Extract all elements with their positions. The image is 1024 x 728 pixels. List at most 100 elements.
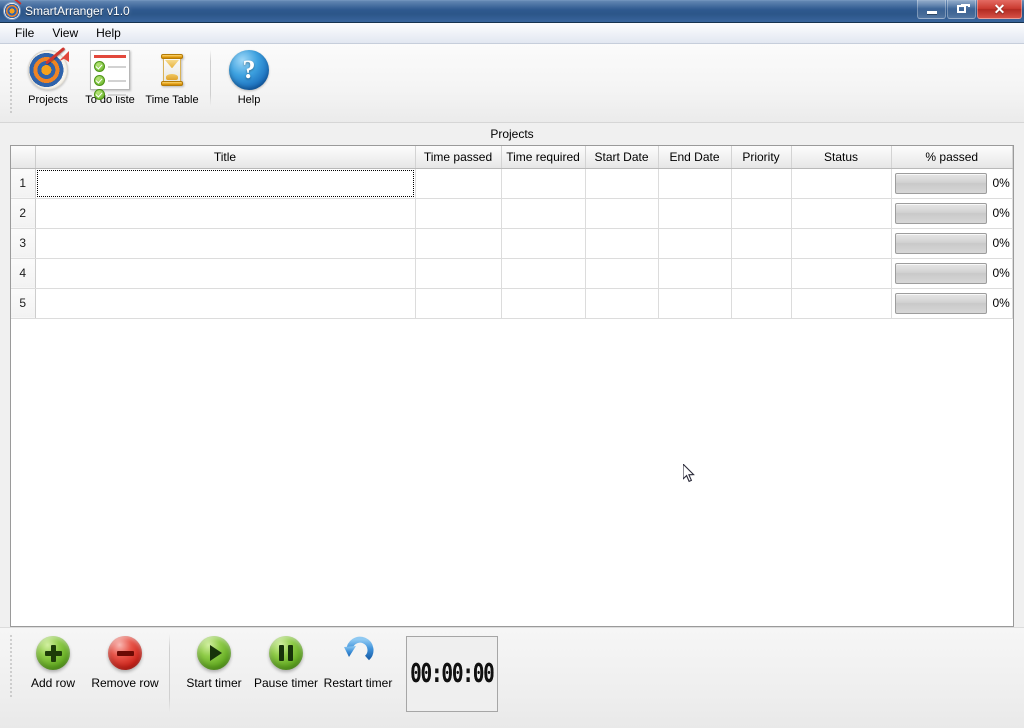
column-header-start-date[interactable]: Start Date [585,146,659,169]
toolbar-button-help-label: Help [237,94,261,106]
menu-item-help[interactable]: Help [87,24,130,42]
window-controls: ✕ [916,0,1022,21]
row-number[interactable]: 1 [11,168,36,199]
cell-start-date[interactable] [585,168,659,199]
toolbar-button-projects-label: Projects [28,94,68,106]
content-area: Projects Title Time passed Time required… [0,123,1024,627]
window-title: SmartArranger v1.0 [25,4,130,18]
cell-time-required[interactable] [501,258,586,289]
cell-priority[interactable] [731,258,792,289]
cell-priority[interactable] [731,168,792,199]
play-circle-icon [197,636,231,670]
bottom-toolbar-drag-handle[interactable] [9,634,13,698]
cell-title[interactable] [35,288,416,319]
toolbar-drag-handle[interactable] [9,50,13,114]
main-toolbar: Projects To do liste Time Table ? Help [0,44,1024,123]
bottom-toolbar-separator [169,634,170,712]
row-number[interactable]: 4 [11,258,36,289]
column-header-priority[interactable]: Priority [731,146,792,169]
pause-timer-label: Pause timer [253,676,319,690]
row-number[interactable]: 2 [11,198,36,229]
start-timer-label: Start timer [186,676,242,690]
cell-priority[interactable] [731,288,792,319]
toolbar-button-help[interactable]: ? Help [218,44,280,106]
cell-time-passed[interactable] [415,228,502,259]
cell-end-date[interactable] [658,168,732,199]
table-row[interactable]: 2 0% [11,198,1013,229]
cell-time-passed[interactable] [415,258,502,289]
row-number[interactable]: 3 [11,228,36,259]
cell-status[interactable] [791,258,892,289]
cell-priority[interactable] [731,198,792,229]
cell-time-required[interactable] [501,288,586,319]
cell-title[interactable] [35,198,416,229]
column-header-title[interactable]: Title [35,146,416,169]
cell-title[interactable] [35,228,416,259]
cell-priority[interactable] [731,228,792,259]
toolbar-button-todo-liste[interactable]: To do liste [79,44,141,106]
cell-status[interactable] [791,168,892,199]
add-row-button[interactable]: Add row [17,628,89,690]
toolbar-separator [210,50,211,106]
menu-bar: File View Help [0,23,1024,44]
cell-status[interactable] [791,198,892,229]
cell-end-date[interactable] [658,228,732,259]
toolbar-button-projects[interactable]: Projects [17,44,79,106]
row-number[interactable]: 5 [11,288,36,319]
cell-pct-passed: 0% [891,198,1013,229]
cell-start-date[interactable] [585,288,659,319]
pause-timer-button[interactable]: Pause timer [250,628,322,690]
menu-item-view[interactable]: View [43,24,87,42]
progress-bar [894,292,987,314]
toolbar-button-time-table[interactable]: Time Table [141,44,203,106]
cell-title[interactable] [35,258,416,289]
restart-timer-button[interactable]: Restart timer [322,628,394,690]
application-window: SmartArranger v1.0 ✕ File View Help Proj… [0,0,1024,728]
cell-pct-passed: 0% [891,258,1013,289]
table-row[interactable]: 4 0% [11,258,1013,289]
cell-end-date[interactable] [658,258,732,289]
section-title: Projects [490,127,534,141]
table-row[interactable]: 5 0% [11,288,1013,319]
column-header-time-required[interactable]: Time required [501,146,586,169]
column-header-pct-passed[interactable]: % passed [891,146,1013,169]
menu-item-file[interactable]: File [6,24,43,42]
cell-status[interactable] [791,288,892,319]
cell-time-required[interactable] [501,198,586,229]
cell-time-required[interactable] [501,168,586,199]
cell-end-date[interactable] [658,198,732,229]
progress-percent-label: 0% [992,236,1010,250]
column-header-time-passed[interactable]: Time passed [415,146,502,169]
cell-time-passed[interactable] [415,168,502,199]
plus-circle-icon [36,636,70,670]
column-header-end-date[interactable]: End Date [658,146,732,169]
minimize-button[interactable] [917,0,946,19]
table-row[interactable]: 3 0% [11,228,1013,259]
cell-start-date[interactable] [585,228,659,259]
cell-pct-passed: 0% [891,288,1013,319]
restore-button[interactable] [947,0,976,19]
restore-icon [957,4,970,13]
cell-time-passed[interactable] [415,288,502,319]
cell-title[interactable] [35,168,416,199]
toolbar-button-time-table-label: Time Table [145,94,199,106]
cell-end-date[interactable] [658,288,732,319]
column-header-status[interactable]: Status [791,146,892,169]
cell-start-date[interactable] [585,258,659,289]
cell-status[interactable] [791,228,892,259]
minimize-icon [926,10,937,14]
remove-row-button[interactable]: Remove row [89,628,161,690]
cell-time-passed[interactable] [415,198,502,229]
progress-bar [894,232,987,254]
help-question-icon: ? [229,50,269,90]
cell-time-required[interactable] [501,228,586,259]
timer-display: 00:00:00 [406,636,498,712]
cell-pct-passed: 0% [891,168,1013,199]
cell-pct-passed: 0% [891,228,1013,259]
projects-table-container: Title Time passed Time required Start Da… [10,145,1014,627]
cell-start-date[interactable] [585,198,659,229]
start-timer-button[interactable]: Start timer [178,628,250,690]
close-button[interactable]: ✕ [977,0,1022,19]
table-corner-header[interactable] [11,146,36,169]
table-row[interactable]: 1 0% [11,168,1013,199]
